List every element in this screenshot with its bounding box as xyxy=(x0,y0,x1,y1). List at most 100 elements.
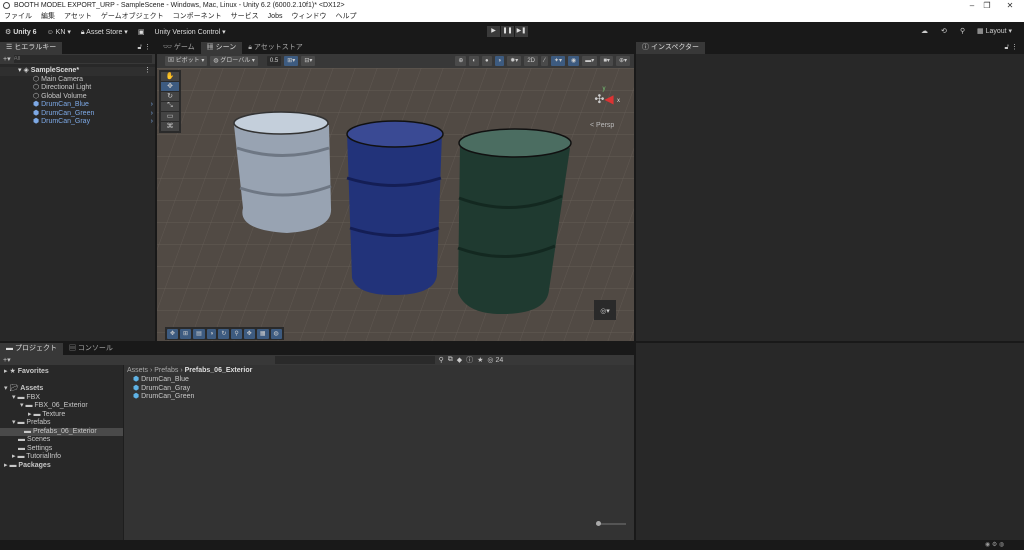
file-item[interactable]: ⬢ DrumCan_Green xyxy=(124,393,634,402)
close-button[interactable]: ✕ xyxy=(996,0,1024,11)
scene-viewport[interactable]: ✋ ✥ ↻ ⤡ ▭ ⌘ y ✣◀ x < Persp ◎▾ ✥ ⊞ ▤ ◑ ↻ … xyxy=(157,68,634,341)
breadcrumb-assets[interactable]: Assets xyxy=(127,367,148,374)
favorite-star-icon[interactable]: ★ xyxy=(477,356,483,364)
hierarchy-item[interactable]: ⬡ Directional Light xyxy=(0,84,155,93)
menu-help[interactable]: ヘルプ xyxy=(335,11,356,22)
tab-game[interactable]: 👓︎ ゲーム xyxy=(157,42,201,54)
tree-item[interactable]: ▬ Settings xyxy=(0,445,123,454)
menu-jobs[interactable]: Jobs xyxy=(268,11,283,22)
tree-favorites[interactable]: ▸ ★ Favorites xyxy=(0,368,123,377)
pan-icon[interactable]: ✥ xyxy=(243,329,255,339)
cloud-icon[interactable]: ☁ xyxy=(921,22,928,42)
hierarchy-search-input[interactable] xyxy=(13,55,152,63)
file-item[interactable]: ⬢ DrumCan_Blue xyxy=(124,376,634,385)
status-icons[interactable]: ◉ ⚙ ◍ xyxy=(985,541,1004,548)
scale-tool-icon[interactable]: ⤡ xyxy=(161,102,179,111)
history-icon[interactable]: ⟲ xyxy=(941,22,947,42)
menu-gameobject[interactable]: ゲームオブジェクト xyxy=(101,11,164,22)
step-button[interactable]: ▶❚ xyxy=(515,26,528,37)
move-tool-icon[interactable]: ✥ xyxy=(161,82,179,91)
file-item[interactable]: ⬢ DrumCan_Gray xyxy=(124,385,634,394)
tree-item[interactable]: ▾ ▬ FBX_06_Exterior xyxy=(0,402,123,411)
zoom-icon[interactable]: ⚲ xyxy=(231,329,242,339)
create-button[interactable]: +▾ xyxy=(3,356,11,364)
hierarchy-item[interactable]: ⬢ DrumCan_Green › xyxy=(0,110,155,119)
increment-snap-dropdown[interactable]: ⊟▾ xyxy=(301,56,316,66)
menu-component[interactable]: コンポーネント xyxy=(173,11,222,22)
tree-item[interactable]: ▸ ▬ Packages xyxy=(0,462,123,471)
tree-item[interactable]: ▬ Scenes xyxy=(0,436,123,445)
overlay-dropdown[interactable]: ■▾ xyxy=(600,56,613,66)
tree-item[interactable]: ▾ 📂︎ Assets xyxy=(0,385,123,394)
play-button[interactable]: ▶ xyxy=(487,26,500,37)
tree-item[interactable]: ▸ ▬ Texture xyxy=(0,411,123,420)
importer-icon[interactable]: ⓘ xyxy=(466,355,473,365)
search-by-type-icon[interactable]: ⚲ xyxy=(439,356,444,364)
hierarchy-item[interactable]: ⬡ Global Volume xyxy=(0,93,155,102)
icon-size-slider[interactable] xyxy=(596,521,626,526)
tab-project[interactable]: ▬ プロジェクト xyxy=(0,343,63,355)
inspector-lock-icon[interactable]: 🔓︎ ⋮ xyxy=(1005,42,1024,54)
rotate-tool-icon[interactable]: ↻ xyxy=(161,92,179,101)
project-search-input[interactable] xyxy=(274,356,435,364)
layer-icon[interactable]: ▦ xyxy=(256,329,269,339)
snap-value-input[interactable]: 0.5 xyxy=(266,56,282,66)
drum-can-blue[interactable] xyxy=(346,120,444,296)
menu-edit[interactable]: 編集 xyxy=(41,11,55,22)
persp-label[interactable]: < Persp xyxy=(590,122,614,129)
account-button[interactable]: ☺ KN ▾ xyxy=(47,28,71,36)
search-icon[interactable]: ⚲ xyxy=(960,22,965,42)
snap-icon[interactable]: ⊞ xyxy=(180,329,192,339)
menu-assets[interactable]: アセット xyxy=(64,11,92,22)
lock-icon[interactable]: 🔓︎ ⋮ xyxy=(138,42,155,54)
navigation-icon[interactable]: ◍ xyxy=(270,329,282,339)
version-control-button[interactable]: Unity Version Control ▾ xyxy=(154,28,225,36)
gizmos-dropdown[interactable]: ⊕▾ xyxy=(615,56,630,66)
rotate-icon[interactable]: ↻ xyxy=(218,329,230,339)
menu-window[interactable]: ウィンドウ xyxy=(291,11,326,22)
rect-tool-icon[interactable]: ▭ xyxy=(161,112,179,121)
tab-scene[interactable]: ▦ シーン xyxy=(200,42,243,54)
lighting-toggle[interactable]: ⁄ xyxy=(540,56,548,66)
tab-inspector[interactable]: ⓘ インスペクター xyxy=(636,42,706,54)
orbit-icon[interactable]: ◑ xyxy=(206,329,217,339)
global-dropdown[interactable]: ◍ グローバル ▾ xyxy=(210,56,258,66)
visibility-toggle[interactable]: ◉ xyxy=(568,56,580,66)
tab-console[interactable]: ▤ コンソール xyxy=(62,343,119,355)
debug-draw-dropdown[interactable]: ✹▾ xyxy=(507,56,522,66)
add-button[interactable]: +▾ xyxy=(3,55,11,63)
camera-dropdown[interactable]: ▬▾ xyxy=(582,56,598,66)
breadcrumb-prefabs[interactable]: Prefabs xyxy=(154,367,178,374)
hand-tool-icon[interactable]: ✋ xyxy=(161,72,179,81)
scene-row[interactable]: ▾ ◈ SampleScene* ⋮ xyxy=(0,67,155,76)
transform-tool-icon[interactable]: ⌘ xyxy=(161,122,179,131)
grid-icon[interactable]: ✥ xyxy=(167,329,179,339)
breadcrumb-current[interactable]: Prefabs_06_Exterior xyxy=(185,367,253,374)
grid-snap-toggle[interactable]: ⊞▾ xyxy=(284,56,299,66)
layout-dropdown[interactable]: ▦ Layout ▾ xyxy=(977,22,1012,42)
hierarchy-item[interactable]: ⬡ Main Camera xyxy=(0,76,155,85)
asset-store-button[interactable]: 🔒︎ Asset Store ▾ xyxy=(81,28,128,37)
hierarchy-item[interactable]: ⬢ DrumCan_Blue › xyxy=(0,101,155,110)
menu-services[interactable]: サービス xyxy=(231,11,259,22)
hierarchy-item[interactable]: ⬢ DrumCan_Gray › xyxy=(0,118,155,127)
tree-item-selected[interactable]: ▬ Prefabs_06_Exterior xyxy=(0,427,123,436)
tree-item[interactable]: ▸ ▬ TutorialInfo xyxy=(0,453,123,462)
tab-hierarchy[interactable]: ☰ ヒエラルキー xyxy=(0,42,63,54)
drum-can-gray[interactable] xyxy=(233,111,332,233)
shaded-wireframe-icon[interactable]: ◐ xyxy=(469,56,480,66)
2d-toggle[interactable]: 2D xyxy=(524,56,538,66)
tag-icon[interactable]: ◆ xyxy=(457,356,462,364)
shaded-icon[interactable]: ◑ xyxy=(494,56,505,66)
unity-button[interactable]: ⚙ Unity 6 xyxy=(5,28,37,36)
camera-overlay[interactable]: ◎▾ xyxy=(594,300,616,320)
menu-file[interactable]: ファイル xyxy=(4,11,32,22)
pivot-dropdown[interactable]: ⊠ ピボット ▾ xyxy=(165,56,208,66)
filter-label-icon[interactable]: ⧉ xyxy=(448,356,453,364)
orientation-gizmo[interactable]: y ✣◀ x xyxy=(584,86,624,106)
wireframe-icon[interactable]: ⊕ xyxy=(455,56,467,66)
tree-item[interactable]: ▾ ▬ Prefabs xyxy=(0,419,123,428)
tree-item[interactable]: ▾ ▬ FBX xyxy=(0,394,123,403)
package-icon[interactable]: ▣ xyxy=(138,28,145,36)
effects-dropdown[interactable]: ✦▾ xyxy=(551,56,566,66)
